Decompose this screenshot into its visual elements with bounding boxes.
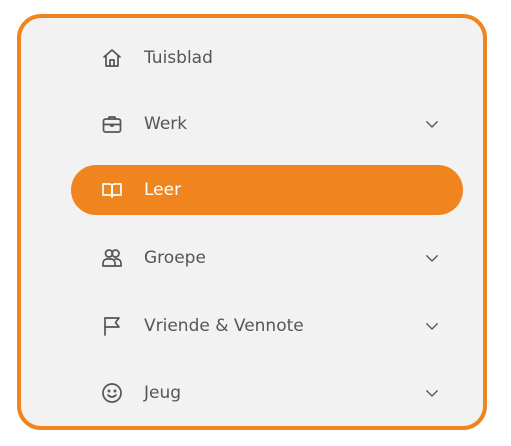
- chevron-down-icon[interactable]: [421, 315, 443, 337]
- users-icon: [99, 245, 125, 271]
- chevron-down-icon[interactable]: [421, 113, 443, 135]
- nav-item-label: Leer: [144, 180, 182, 200]
- nav-item-tuisblad[interactable]: Tuisblad: [71, 33, 463, 83]
- chevron-down-icon[interactable]: [421, 382, 443, 404]
- nav-item-werk[interactable]: Werk: [71, 99, 463, 149]
- nav-item-groepe[interactable]: Groepe: [71, 233, 463, 283]
- sidebar-menu: Tuisblad Werk Leer Groepe Vriende & Venn…: [17, 14, 487, 430]
- nav-item-label: Jeug: [144, 383, 182, 403]
- book-icon: [99, 177, 125, 203]
- nav-item-jeug[interactable]: Jeug: [71, 368, 463, 418]
- smiley-icon: [99, 380, 125, 406]
- nav-item-label: Groepe: [144, 248, 206, 268]
- chevron-down-icon[interactable]: [421, 247, 443, 269]
- nav-item-label: Werk: [144, 114, 188, 134]
- nav-item-vriende-vennote[interactable]: Vriende & Vennote: [71, 301, 463, 351]
- flag-icon: [99, 313, 125, 339]
- nav-item-leer[interactable]: Leer: [71, 165, 463, 215]
- briefcase-icon: [99, 111, 125, 137]
- nav-item-label: Tuisblad: [144, 48, 213, 68]
- nav-item-label: Vriende & Vennote: [144, 316, 304, 336]
- home-icon: [99, 45, 125, 71]
